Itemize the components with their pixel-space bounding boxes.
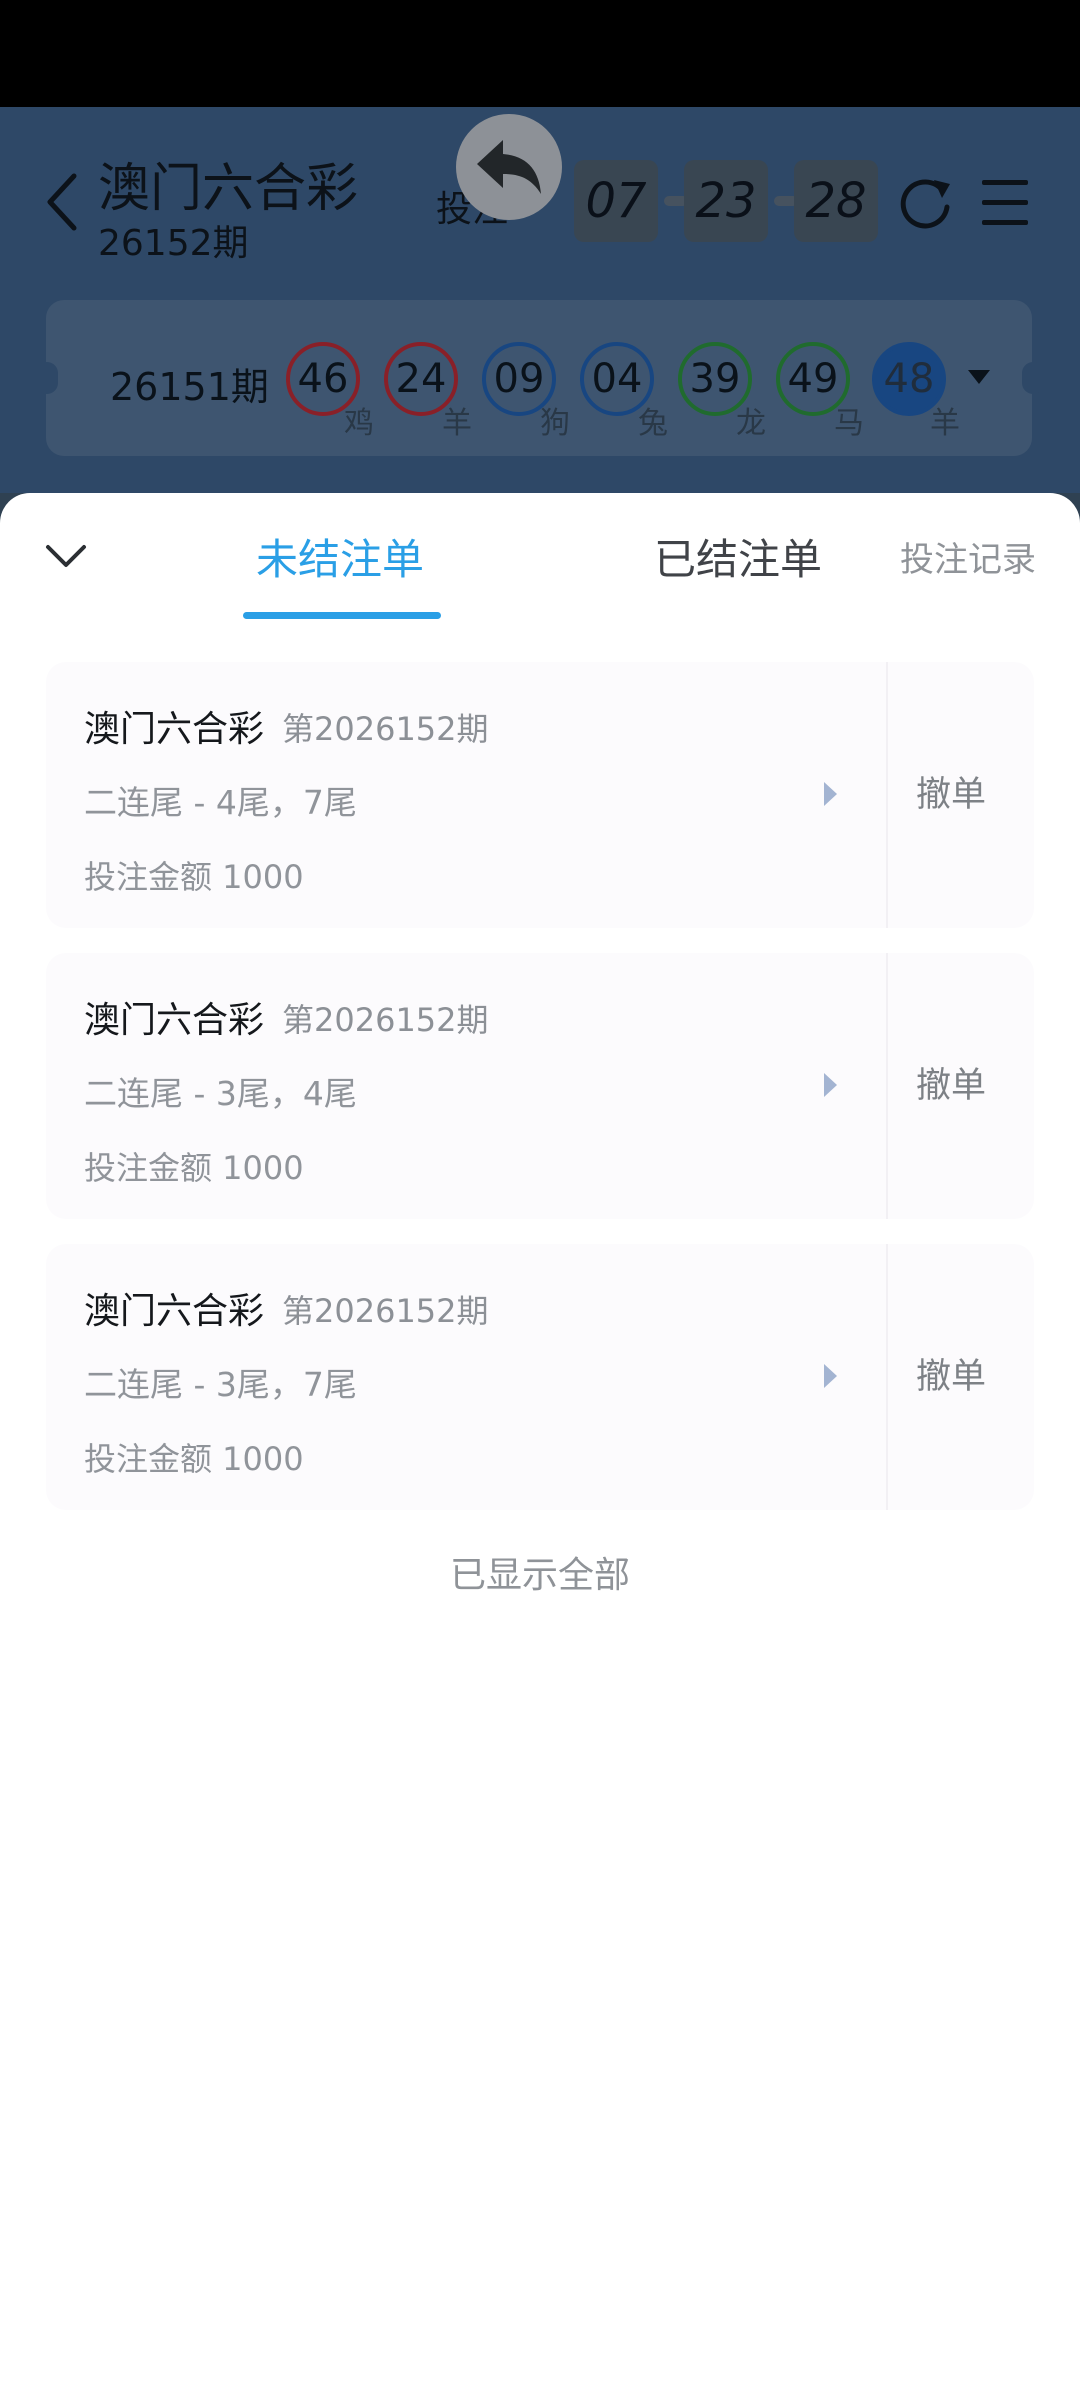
ball-zodiac: 狗 [540, 406, 570, 441]
card-divider [886, 953, 888, 1219]
countdown-hours: 07 [574, 160, 658, 242]
reply-arrow-icon [477, 140, 541, 194]
order-play: 二连尾 - 4尾，7尾 [84, 783, 357, 822]
caret-right-icon[interactable] [824, 1073, 837, 1097]
ball-zodiac: 羊 [930, 406, 960, 441]
order-amount: 投注金额 1000 [84, 858, 304, 896]
order-period: 第2026152期 [282, 1001, 489, 1039]
card-divider [886, 662, 888, 928]
chevron-left-icon[interactable] [44, 172, 80, 232]
ball-zodiac: 鸡 [344, 406, 374, 441]
result-panel-notch [36, 362, 58, 394]
order-title: 澳门六合彩 [84, 1291, 265, 1332]
caret-right-icon[interactable] [824, 1364, 837, 1388]
order-title: 澳门六合彩 [84, 709, 265, 750]
result-panel-notch [1022, 362, 1044, 394]
floating-back-button[interactable] [456, 114, 562, 220]
order-play: 二连尾 - 3尾，4尾 [84, 1074, 357, 1113]
ball-zodiac: 龙 [736, 406, 766, 441]
order-period: 第2026152期 [282, 710, 489, 748]
countdown-seconds: 28 [794, 160, 878, 242]
order-period: 第2026152期 [282, 1292, 489, 1330]
menu-icon[interactable] [980, 176, 1030, 230]
last-result-period: 26151期 [110, 365, 269, 409]
tab-bet-history[interactable]: 投注记录 [900, 532, 1036, 581]
app-title: 澳门六合彩 [98, 159, 359, 219]
ball-zodiac: 兔 [638, 406, 668, 441]
chevron-down-icon[interactable] [44, 542, 88, 570]
current-period: 26152期 [98, 223, 249, 264]
cancel-order-button[interactable]: 撤单 [916, 766, 986, 817]
tab-settled-orders[interactable]: 已结注单 [654, 526, 822, 587]
ball-zodiac: 羊 [442, 406, 472, 441]
order-amount: 投注金额 1000 [84, 1440, 304, 1478]
refresh-icon[interactable] [896, 174, 954, 232]
order-amount: 投注金额 1000 [84, 1149, 304, 1187]
order-title: 澳门六合彩 [84, 1000, 265, 1041]
order-card[interactable]: 澳门六合彩 第2026152期 二连尾 - 4尾，7尾 投注金额 1000 撤单 [46, 662, 1034, 928]
cancel-order-button[interactable]: 撤单 [916, 1348, 986, 1399]
order-card[interactable]: 澳门六合彩 第2026152期 二连尾 - 3尾，4尾 投注金额 1000 撤单 [46, 953, 1034, 1219]
status-bar [0, 0, 1080, 107]
active-tab-indicator [243, 612, 441, 619]
order-card[interactable]: 澳门六合彩 第2026152期 二连尾 - 3尾，7尾 投注金额 1000 撤单 [46, 1244, 1034, 1510]
countdown-minutes: 23 [684, 160, 768, 242]
caret-right-icon[interactable] [824, 782, 837, 806]
card-divider [886, 1244, 888, 1510]
ball-zodiac: 马 [834, 406, 864, 441]
all-shown-label: 已显示全部 [449, 1555, 630, 1596]
cancel-order-button[interactable]: 撤单 [916, 1057, 986, 1108]
order-play: 二连尾 - 3尾，7尾 [84, 1365, 357, 1404]
caret-down-icon[interactable] [968, 370, 990, 384]
tab-open-orders[interactable]: 未结注单 [256, 526, 424, 587]
